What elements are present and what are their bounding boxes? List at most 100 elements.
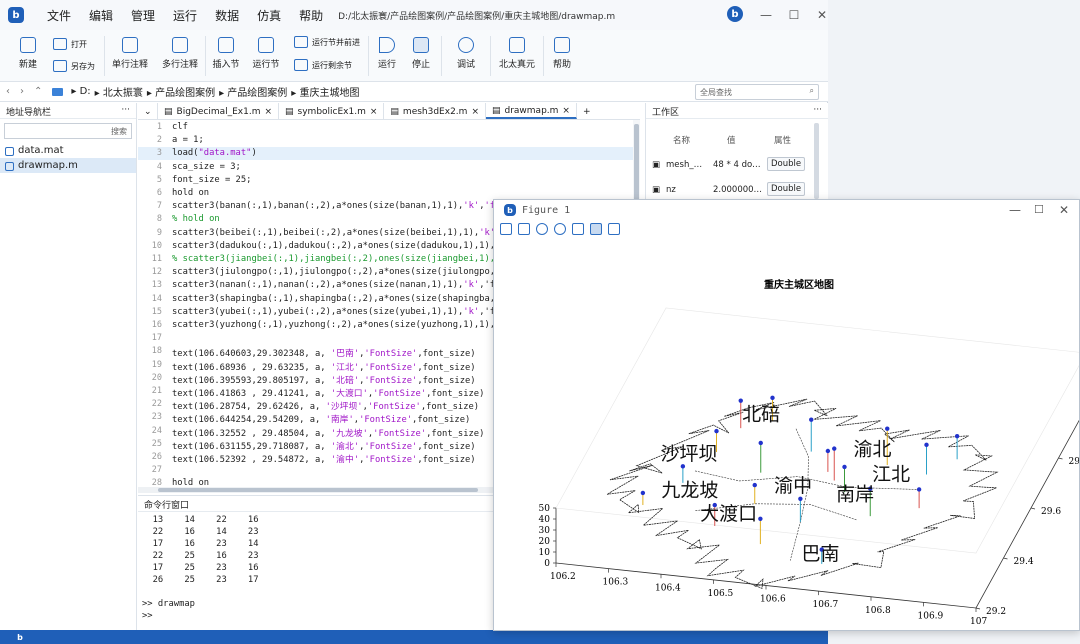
scroll-thumb[interactable] [158,488,478,492]
line-number: 2 [156,135,162,146]
separator [104,36,105,76]
search-icon: ⌕ [809,86,814,95]
line-number: 21 [151,386,162,396]
save-as-button[interactable]: 另存为 [53,60,95,72]
beitai-sim-button[interactable]: 北太真元 [496,37,538,70]
stem-point [714,428,719,434]
open-button[interactable]: 打开 [53,38,87,50]
z-tick-label: 0 [544,559,550,569]
figure-plot[interactable]: 重庆主城区地图 106.2 106.3 106.4 106.5 106.6 106.7 106… [494,238,1079,630]
file-item-drawmap[interactable]: drawmap.m [0,158,136,173]
back-icon[interactable]: ‹ [6,86,10,97]
code-line: % hold on [172,214,220,225]
nav-search-input[interactable]: 搜索 [4,123,132,139]
breadcrumb-drive[interactable]: ▸ D: [71,86,90,97]
var-type: Double [767,182,806,196]
maximize-button[interactable]: ☐ [1034,203,1044,216]
stop-button[interactable]: 停止 [408,37,434,70]
bug-icon [458,37,474,53]
workspace-scrollbar[interactable] [814,123,819,199]
var-name[interactable]: mesh_… [666,160,702,170]
account-icon[interactable]: b [727,6,743,22]
home-icon[interactable] [608,223,620,235]
y-tick-label: 29.4 [1014,557,1034,567]
var-icon: ▣ [652,160,661,170]
code-line: scatter3(jiulongpo(:,1),jiulongpo(:,2),a… [172,267,511,278]
workspace-panel: 工作区 ··· 名称 值 属性 ▣ mesh_… 48 * 4 do… Doubl… [645,103,828,200]
single-comment-button[interactable]: 单行注释 [110,37,150,70]
tab-drawmap[interactable]: ▤ drawmap.m × [485,103,577,119]
forward-icon[interactable]: › [20,86,24,97]
x-tick-label: 106.8 [865,606,891,616]
x-tick-label: 106.3 [603,578,629,588]
menu-manage[interactable]: 管理 [122,7,164,24]
tab-symbolic[interactable]: ▤ symbolicEx1.m × [279,103,385,119]
var-icon: ▣ [652,185,661,195]
menu-edit[interactable]: 编辑 [80,7,122,24]
menu-help[interactable]: 帮助 [290,7,332,24]
stem-point [924,442,929,448]
header-name: 名称 [673,136,691,146]
menu-data[interactable]: 数据 [206,7,248,24]
breadcrumb-item[interactable]: ▸ 产品绘图案例 [219,84,287,99]
save-icon [53,60,67,72]
global-search-input[interactable]: 全局查找 ⌕ [695,84,819,100]
run-remaining-icon [294,59,308,71]
file-item-data-mat[interactable]: data.mat [0,143,136,158]
help-button[interactable]: 帮助 [549,37,575,70]
menu-run[interactable]: 运行 [164,7,206,24]
minimize-button[interactable]: — [1009,203,1021,217]
more-icon[interactable]: ··· [813,105,822,116]
new-tab-button[interactable]: + [577,103,597,119]
pan-icon[interactable] [572,223,584,235]
minimize-button[interactable]: — [752,8,780,22]
run-section-advance-button[interactable]: 运行节并前进 [294,36,360,48]
breadcrumb-item[interactable]: ▸ 产品绘图案例 [147,84,215,99]
var-value: 48 * 4 do… [713,160,761,170]
zoom-out-icon[interactable] [554,223,566,235]
run-remaining-button[interactable]: 运行剩余节 [294,59,352,71]
close-icon[interactable]: × [471,107,479,117]
tab-mesh3d[interactable]: ▤ mesh3dEx2.m × [384,103,486,119]
tab-bigdecimal[interactable]: ▤ BigDecimal_Ex1.m × [158,103,280,119]
zoom-in-icon[interactable] [536,223,548,235]
debug-button[interactable]: 调试 [452,37,480,70]
close-icon[interactable]: × [370,107,378,117]
menu-simulation[interactable]: 仿真 [248,7,290,24]
multi-comment-button[interactable]: 多行注释 [160,37,200,70]
code-line: scatter3(nanan(:,1),nanan(:,2),a*ones(si… [172,280,506,291]
app-logo-icon[interactable]: b [14,631,26,643]
stem-point [842,464,847,470]
var-name[interactable]: nz [666,185,676,195]
run-section-button[interactable]: 运行节 [250,37,282,70]
menu-file[interactable]: 文件 [38,7,80,24]
run-button[interactable]: 运行 [374,37,400,70]
close-icon[interactable]: × [562,106,570,116]
tab-menu[interactable]: ⌄ [138,103,158,119]
breadcrumb-item[interactable]: ▸ 重庆主城地图 [291,84,359,99]
command-window[interactable]: 命令行窗口 13 14 22 16 22 16 14 23 17 16 23 1… [138,495,494,640]
more-icon[interactable]: ··· [121,105,130,116]
rotate-icon[interactable] [590,223,602,235]
data-cursor-icon[interactable] [518,223,530,235]
z-tick-label: 20 [539,537,551,547]
export-icon[interactable] [500,223,512,235]
breadcrumb-item[interactable]: ▸ 北太振寰 [95,84,143,99]
line-number: 22 [151,399,162,410]
maximize-button[interactable]: ☐ [780,8,808,22]
insert-section-button[interactable]: 插入节 [210,37,242,70]
close-icon[interactable]: × [264,107,272,117]
line-number: 7 [156,201,162,212]
m-file-icon: ▤ [491,106,501,116]
y-tick-label: 29.2 [986,607,1006,617]
district-label: 渝中 [774,475,812,497]
line-number: 25 [151,438,162,449]
close-button[interactable]: ✕ [1059,203,1069,217]
up-icon[interactable]: ⌃ [34,86,42,97]
z-tick-label: 40 [539,515,551,525]
close-button[interactable]: ✕ [808,8,836,22]
new-button[interactable]: 新建 [14,37,42,70]
command-prompt[interactable]: >> [142,611,153,621]
district-label: 北碚 [742,404,780,426]
figure-window-title: Figure 1 [522,204,571,216]
